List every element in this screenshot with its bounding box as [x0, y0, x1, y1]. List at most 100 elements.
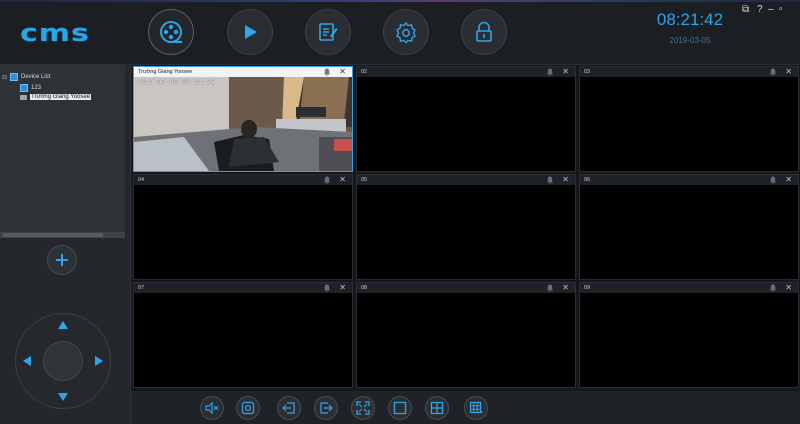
cell-title-bar: 07: [134, 283, 352, 293]
ptz-right-icon[interactable]: [95, 356, 103, 366]
close-cell-icon[interactable]: ✕: [339, 175, 346, 185]
camera-scene: [134, 77, 352, 171]
scroll-thumb[interactable]: [3, 233, 103, 237]
layout-1-icon: [393, 401, 407, 415]
mute-icon: [205, 401, 219, 415]
tree-root[interactable]: ⊟ Device List: [2, 73, 50, 81]
ptz-left-icon[interactable]: [23, 356, 31, 366]
layout-9-button[interactable]: [464, 396, 488, 420]
layout-1-button[interactable]: [388, 396, 412, 420]
alarm-bell-icon[interactable]: [323, 284, 331, 292]
video-cell-9[interactable]: 09 ✕: [579, 282, 799, 388]
top-bar: cms 08:21:42 2019-03-05 ⧉ ? – ▫: [0, 0, 800, 65]
fullscreen-icon: [356, 401, 370, 415]
close-cell-icon[interactable]: ✕: [785, 175, 792, 185]
device-checkbox[interactable]: [20, 84, 28, 92]
video-cell-1[interactable]: Trường Giang Yoosee ✕ 2019-03-05 08:21:3…: [133, 66, 353, 172]
cell-label: 03: [584, 69, 591, 75]
video-timestamp: 2019-03-05 08:21:31: [137, 79, 216, 86]
alarm-bell-icon[interactable]: [769, 176, 777, 184]
cell-label: 09: [584, 285, 591, 291]
gear-icon: [396, 21, 416, 43]
ptz-control: [15, 313, 111, 409]
video-cell-2[interactable]: 02 ✕: [356, 66, 576, 172]
cell-label: 02: [361, 69, 368, 75]
alarm-bell-icon[interactable]: [769, 68, 777, 76]
cell-label: 05: [361, 177, 368, 183]
close-cell-icon[interactable]: ✕: [562, 283, 569, 293]
cell-label: 04: [138, 177, 145, 183]
tree-scrollbar[interactable]: [0, 232, 125, 238]
clock-date: 2019-03-05: [669, 36, 711, 45]
video-cell-7[interactable]: 07 ✕: [133, 282, 353, 388]
video-cell-8[interactable]: 08 ✕: [356, 282, 576, 388]
snapshot-button[interactable]: [236, 396, 260, 420]
restore-window-button[interactable]: ⧉: [742, 4, 749, 15]
layout-4-icon: [430, 401, 444, 415]
close-cell-icon[interactable]: ✕: [562, 175, 569, 185]
cell-label: Trường Giang Yoosee: [138, 69, 193, 75]
plus-icon: [56, 254, 68, 266]
ptz-center: [43, 341, 83, 381]
cell-title-bar: 03: [580, 67, 798, 77]
root-checkbox[interactable]: [10, 73, 19, 81]
close-cell-icon[interactable]: ✕: [339, 283, 346, 293]
alarm-bell-icon[interactable]: [546, 176, 554, 184]
close-cell-icon[interactable]: ✕: [339, 67, 346, 77]
ptz-up-icon[interactable]: [58, 321, 68, 329]
app-logo: cms: [20, 19, 90, 48]
cell-label: 07: [138, 285, 145, 291]
record-out-button[interactable]: [314, 396, 338, 420]
nav-playback-button[interactable]: [227, 9, 273, 55]
cell-title-bar: Trường Giang Yoosee: [134, 67, 352, 77]
video-cell-4[interactable]: 04 ✕: [133, 174, 353, 280]
fullscreen-button[interactable]: [351, 396, 375, 420]
layout-4-button[interactable]: [425, 396, 449, 420]
lock-icon: [476, 21, 492, 42]
tree-item-label: 123: [31, 85, 42, 91]
nav-settings-button[interactable]: [383, 9, 429, 55]
collapse-icon[interactable]: ⊟: [2, 74, 7, 81]
mute-button[interactable]: [200, 396, 224, 420]
cell-label: 06: [584, 177, 591, 183]
alarm-bell-icon[interactable]: [323, 68, 331, 76]
clock-time: 08:21:42: [656, 10, 724, 29]
tree-item-label: Trường Giang Yoosee: [30, 94, 92, 100]
video-grid: Trường Giang Yoosee ✕ 2019-03-05 08:21:3…: [132, 65, 800, 391]
alarm-bell-icon[interactable]: [546, 68, 554, 76]
alarm-bell-icon[interactable]: [546, 284, 554, 292]
nav-live-view-button[interactable]: [148, 9, 194, 55]
tree-item-camera[interactable]: Trường Giang Yoosee: [20, 94, 92, 100]
alarm-bell-icon[interactable]: [323, 176, 331, 184]
top-accent-strip: [0, 0, 800, 2]
help-button[interactable]: ?: [757, 4, 763, 15]
video-cell-5[interactable]: 05 ✕: [356, 174, 576, 280]
edit-document-icon: [319, 23, 338, 41]
camera-icon: [20, 94, 27, 100]
maximize-button[interactable]: ▫: [779, 4, 783, 15]
alarm-bell-icon[interactable]: [769, 284, 777, 292]
record-in-icon: [282, 402, 295, 414]
add-device-button[interactable]: [47, 245, 77, 275]
video-cell-6[interactable]: 06 ✕: [579, 174, 799, 280]
cell-label: 08: [361, 285, 368, 291]
minimize-button[interactable]: –: [768, 4, 774, 15]
close-cell-icon[interactable]: ✕: [785, 67, 792, 77]
cell-title-bar: 06: [580, 175, 798, 185]
close-cell-icon[interactable]: ✕: [562, 67, 569, 77]
cell-title-bar: 02: [357, 67, 575, 77]
bottom-toolbar: [132, 391, 800, 424]
ptz-down-icon[interactable]: [58, 393, 68, 401]
tree-item-123[interactable]: 123: [20, 84, 41, 92]
nav-lock-button[interactable]: [461, 9, 507, 55]
cell-title-bar: 05: [357, 175, 575, 185]
video-cell-3[interactable]: 03 ✕: [579, 66, 799, 172]
nav-log-button[interactable]: [305, 9, 351, 55]
device-tree: ⊟ Device List 123 Trường Giang Yoosee: [0, 65, 125, 238]
camera-feed: 2019-03-05 08:21:31: [134, 77, 352, 171]
close-cell-icon[interactable]: ✕: [785, 283, 792, 293]
record-out-icon: [320, 402, 333, 414]
record-in-button[interactable]: [277, 396, 301, 420]
cell-title-bar: 08: [357, 283, 575, 293]
snapshot-icon: [241, 401, 255, 415]
